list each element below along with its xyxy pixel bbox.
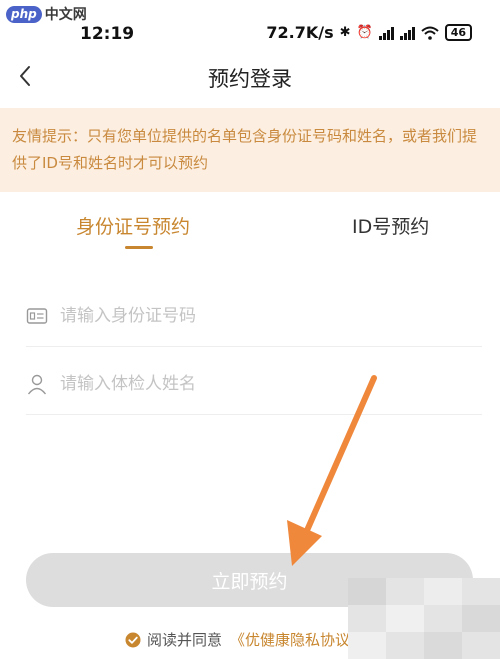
checkbox-checked-icon[interactable]: [125, 632, 141, 648]
watermark: php 中文网: [6, 4, 87, 24]
battery-indicator: 46: [444, 24, 472, 41]
id-card-input[interactable]: [58, 305, 482, 327]
id-card-icon: [26, 308, 48, 324]
nav-header: 预约登录: [0, 52, 500, 102]
agreement-prefix: 阅读并同意: [147, 631, 223, 649]
network-speed: 72.7K/s: [266, 23, 334, 42]
signal-icon-secondary: [399, 26, 415, 40]
agreement-row: 阅读并同意 《优健康隐私协议: [125, 629, 350, 650]
user-icon: [27, 374, 47, 395]
watermark-logo: php: [6, 5, 42, 23]
wifi-icon: [421, 26, 439, 40]
bluetooth-icon: ✱: [339, 25, 351, 40]
signal-icon: [378, 26, 394, 40]
active-tab-indicator: [125, 246, 153, 249]
status-time: 12:19: [80, 24, 135, 44]
booking-tabs: 身份证号预约 ID号预约: [0, 200, 500, 260]
blurred-corner: [348, 578, 500, 659]
watermark-text: 中文网: [44, 7, 87, 23]
status-indicators: 72.7K/s ✱ ⏰ 46: [266, 23, 472, 42]
tab-id-card-booking[interactable]: 身份证号预约: [76, 212, 190, 239]
status-bar: 12:19 72.7K/s ✱ ⏰ 46: [0, 22, 500, 48]
tab-id-number-booking[interactable]: ID号预约: [352, 212, 429, 239]
page-title: 预约登录: [208, 67, 292, 91]
id-card-field: [26, 286, 482, 347]
alarm-icon: ⏰: [356, 25, 373, 40]
privacy-policy-link[interactable]: 《优健康隐私协议: [230, 629, 350, 650]
name-input[interactable]: [58, 373, 482, 395]
notice-banner: 友情提示：只有您单位提供的名单包含身份证号码和姓名，或者我们提供了ID号和姓名时…: [0, 108, 500, 192]
name-field: [26, 354, 482, 415]
